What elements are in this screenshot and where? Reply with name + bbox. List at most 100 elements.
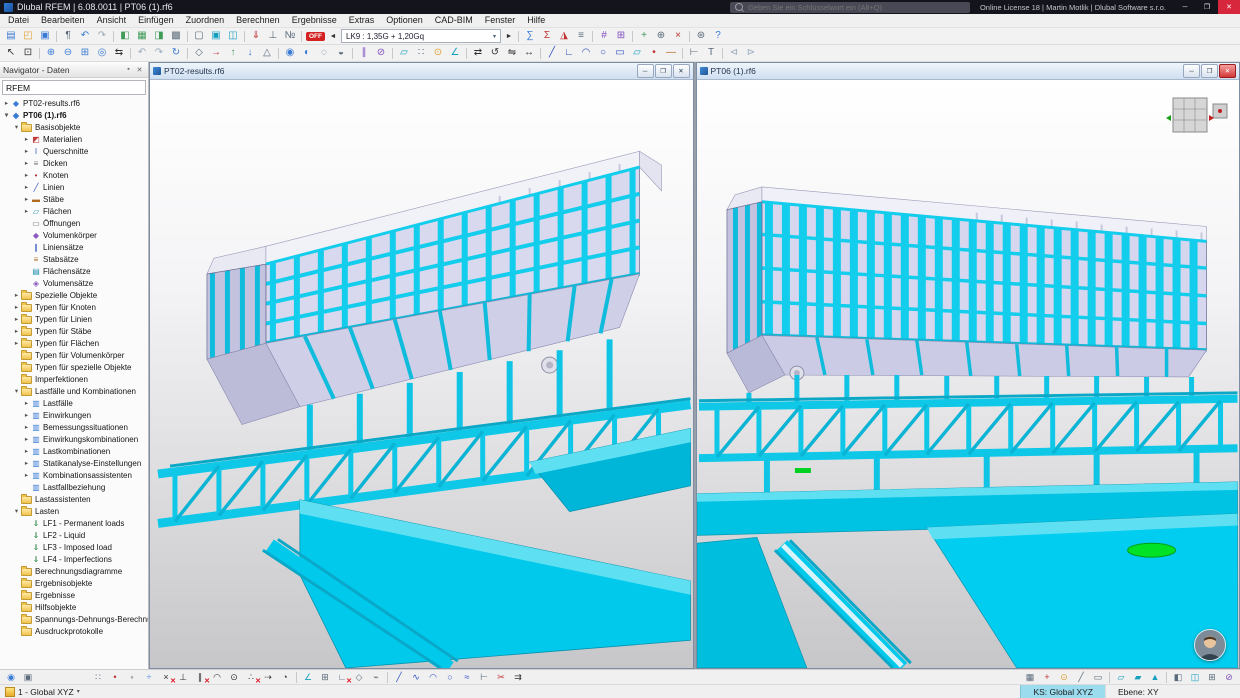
show-loads-button[interactable]: ⇓ bbox=[248, 29, 264, 43]
cad-spline-button[interactable]: ≈ bbox=[459, 671, 475, 683]
transparent-view-button[interactable]: ◫ bbox=[225, 29, 241, 43]
snap-toggle-button[interactable]: ⊙ bbox=[1056, 671, 1072, 683]
snap-perpendicular-button[interactable]: ⊥ bbox=[175, 671, 191, 683]
mesh-settings-button[interactable]: ⊞ bbox=[613, 29, 629, 43]
cad-arc-button[interactable]: ◠ bbox=[425, 671, 441, 683]
visibility-by-window-button[interactable]: ◐ bbox=[299, 46, 315, 60]
pt06-minimize-button[interactable]: ─ bbox=[1183, 64, 1200, 78]
previous-view-button[interactable]: ↶ bbox=[134, 46, 150, 60]
workplane-xz-button[interactable]: ▲ bbox=[1147, 671, 1163, 683]
ortho-toggle-button[interactable]: ∟✕ bbox=[334, 671, 350, 683]
tree-item-dicken[interactable]: ▸≡Dicken bbox=[0, 157, 148, 169]
tree-item-ergebnisse[interactable]: Ergebnisse bbox=[0, 589, 148, 601]
expander-icon[interactable]: ▾ bbox=[12, 123, 21, 131]
redo-button[interactable]: ↷ bbox=[94, 29, 110, 43]
keyword-search[interactable] bbox=[730, 2, 970, 13]
show-numbering-button[interactable]: № bbox=[282, 29, 298, 43]
tree-item-hilfsobjekte[interactable]: Hilfsobjekte bbox=[0, 601, 148, 613]
fullscreen-view-button[interactable]: ⊞ bbox=[1204, 671, 1220, 683]
axes-toggle-button[interactable]: + bbox=[1039, 671, 1055, 683]
menu-hilfe[interactable]: Hilfe bbox=[521, 14, 551, 27]
perspective-view-button[interactable]: △ bbox=[259, 46, 275, 60]
cad-polyline-button[interactable]: ∿ bbox=[408, 671, 424, 683]
render-mode-button[interactable]: ◫ bbox=[1187, 671, 1203, 683]
zoom-out-button[interactable]: ⊖ bbox=[60, 46, 76, 60]
minimize-button[interactable]: ─ bbox=[1174, 0, 1196, 14]
scene-pt02-3d-model[interactable] bbox=[150, 80, 693, 668]
delete-object-button[interactable]: × bbox=[670, 29, 686, 43]
show-supports-button[interactable]: ⊥ bbox=[265, 29, 281, 43]
menu-ergebnisse[interactable]: Ergebnisse bbox=[286, 14, 343, 27]
menu-einf-gen[interactable]: Einfügen bbox=[132, 14, 180, 27]
measure-button[interactable]: ↔ bbox=[521, 46, 537, 60]
search-input[interactable] bbox=[746, 2, 965, 13]
expander-icon[interactable]: ▸ bbox=[22, 207, 31, 215]
member-tool-button[interactable]: ― bbox=[663, 46, 679, 60]
undo-button[interactable]: ↶ bbox=[77, 29, 93, 43]
user-visibility-button[interactable]: ◒ bbox=[333, 46, 349, 60]
pt06-close-button[interactable]: ✕ bbox=[1219, 64, 1236, 78]
cad-line-button[interactable]: ╱ bbox=[391, 671, 407, 683]
menu-ansicht[interactable]: Ansicht bbox=[91, 14, 133, 27]
close-button[interactable]: ✕ bbox=[1218, 0, 1240, 14]
visibility-button[interactable]: ◉ bbox=[282, 46, 298, 60]
zoom-window-button[interactable]: ⊞ bbox=[77, 46, 93, 60]
tree-item-pt02-results-rf6[interactable]: ▸◆PT02-results.rf6 bbox=[0, 97, 148, 109]
tree-item-einwirkungskombinationen[interactable]: ▸▥Einwirkungskombinationen bbox=[0, 433, 148, 445]
tree-item-typen-f-r-spezielle-objekte[interactable]: Typen für spezielle Objekte bbox=[0, 361, 148, 373]
view-isometric-button[interactable]: ◇ bbox=[191, 46, 207, 60]
tree-item-st-be[interactable]: ▸▬Stäbe bbox=[0, 193, 148, 205]
pt02-minimize-button[interactable]: ─ bbox=[637, 64, 654, 78]
workplane-xy-button[interactable]: ▱ bbox=[1113, 671, 1129, 683]
view-in-x-button[interactable]: → bbox=[208, 46, 224, 60]
tree-item-liniens-tze[interactable]: ∥Liniensätze bbox=[0, 241, 148, 253]
help-button[interactable]: ? bbox=[710, 29, 726, 43]
panel-visibility-button[interactable]: ◉ bbox=[3, 671, 19, 683]
visual-model-selector[interactable]: 1 - Global XYZ ▾ bbox=[0, 685, 85, 698]
work-plane-button[interactable]: ▱ bbox=[396, 46, 412, 60]
tables-toggle-button[interactable]: ▦ bbox=[134, 29, 150, 43]
view-in-z-button[interactable]: ↓ bbox=[242, 46, 258, 60]
guide-toggle-button[interactable]: ╱ bbox=[1073, 671, 1089, 683]
expander-icon[interactable]: ▾ bbox=[12, 507, 21, 515]
expander-icon[interactable]: ▸ bbox=[22, 147, 31, 155]
background-toggle-button[interactable]: ◧ bbox=[1170, 671, 1186, 683]
tree-item-querschnitte[interactable]: ▸IQuerschnitte bbox=[0, 145, 148, 157]
print-button[interactable]: ¶ bbox=[60, 29, 76, 43]
tree-item-typen-f-r-knoten[interactable]: ▸Typen für Knoten bbox=[0, 301, 148, 313]
menu-datei[interactable]: Datei bbox=[2, 14, 35, 27]
zoom-all-button[interactable]: ◎ bbox=[94, 46, 110, 60]
expander-icon[interactable]: ▸ bbox=[12, 339, 21, 347]
wireframe-view-button[interactable]: ▢ bbox=[191, 29, 207, 43]
snap-grid-button[interactable]: ∷ bbox=[90, 671, 106, 683]
model-window-pt06-titlebar[interactable]: PT06 (1).rf6 ─ ❐ ✕ bbox=[697, 63, 1240, 80]
maximize-button[interactable]: ❐ bbox=[1196, 0, 1218, 14]
tree-item-volumenk-rper[interactable]: ◆Volumenkörper bbox=[0, 229, 148, 241]
expander-icon[interactable]: ▸ bbox=[22, 135, 31, 143]
menu-cad-bim[interactable]: CAD-BIM bbox=[429, 14, 479, 27]
add-object-button[interactable]: + bbox=[636, 29, 652, 43]
settings-button[interactable]: ⊛ bbox=[693, 29, 709, 43]
results-off-toggle[interactable]: OFF bbox=[306, 32, 325, 41]
select-window-button[interactable]: ⊡ bbox=[20, 46, 36, 60]
rectangle-tool-button[interactable]: ▭ bbox=[612, 46, 628, 60]
rotate-objects-button[interactable]: ↺ bbox=[487, 46, 503, 60]
expander-icon[interactable]: ▸ bbox=[12, 303, 21, 311]
menu-bearbeiten[interactable]: Bearbeiten bbox=[35, 14, 91, 27]
circle-tool-button[interactable]: ○ bbox=[595, 46, 611, 60]
move-copy-button[interactable]: ⇄ bbox=[470, 46, 486, 60]
viewport-pt02[interactable] bbox=[150, 80, 693, 668]
tree-item-lf4-imperfections[interactable]: ⇓LF4 - Imperfections bbox=[0, 553, 148, 565]
display-properties-button[interactable]: ▩ bbox=[168, 29, 184, 43]
tree-item-lf3-imposed-load[interactable]: ⇓LF3 - Imposed load bbox=[0, 541, 148, 553]
tree-item-einwirkungen[interactable]: ▸▥Einwirkungen bbox=[0, 409, 148, 421]
tree-item-berechnungsdiagramme[interactable]: Berechnungsdiagramme bbox=[0, 565, 148, 577]
expander-icon[interactable]: ▸ bbox=[22, 195, 31, 203]
dimension-tool-button[interactable]: ⊢ bbox=[686, 46, 702, 60]
node-tool-button[interactable]: • bbox=[646, 46, 662, 60]
copy-object-button[interactable]: ⊕ bbox=[653, 29, 669, 43]
expander-icon[interactable]: ▸ bbox=[12, 315, 21, 323]
calculate-button[interactable]: ∑ bbox=[522, 29, 538, 43]
cad-dimension-button[interactable]: ⊢ bbox=[476, 671, 492, 683]
tree-item-lastf-lle[interactable]: ▸▥Lastfälle bbox=[0, 397, 148, 409]
